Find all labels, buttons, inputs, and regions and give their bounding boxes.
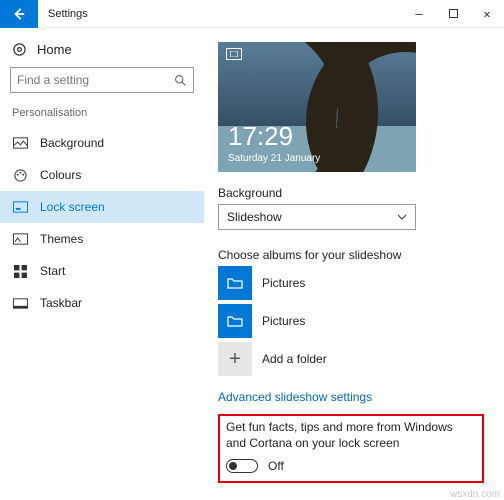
titlebar: Settings — ✕ xyxy=(0,0,504,28)
close-icon: ✕ xyxy=(483,7,490,21)
search-box[interactable] xyxy=(10,67,194,93)
sidebar-item-label: Background xyxy=(40,136,104,150)
home-label: Home xyxy=(37,42,72,57)
window-title: Settings xyxy=(38,8,402,20)
background-label: Background xyxy=(218,186,494,200)
chevron-down-icon xyxy=(397,214,407,220)
plus-icon: + xyxy=(218,342,252,376)
lockscreen-icon xyxy=(12,199,28,215)
folder-icon xyxy=(218,266,252,300)
sidebar-item-label: Lock screen xyxy=(40,200,105,214)
funfacts-toggle[interactable]: Off xyxy=(226,459,476,473)
search-icon xyxy=(174,74,187,87)
themes-icon xyxy=(12,231,28,247)
sidebar-item-label: Taskbar xyxy=(40,296,82,310)
toggle-value: Off xyxy=(268,459,284,473)
sidebar-item-themes[interactable]: Themes xyxy=(0,223,204,255)
toggle-switch[interactable] xyxy=(226,459,258,473)
album-label: Pictures xyxy=(262,276,305,290)
back-button[interactable] xyxy=(0,0,38,28)
close-button[interactable]: ✕ xyxy=(470,0,504,28)
sidebar-item-taskbar[interactable]: Taskbar xyxy=(0,287,204,319)
album-item[interactable]: Pictures xyxy=(218,266,494,300)
advanced-settings-link[interactable]: Advanced slideshow settings xyxy=(218,390,494,404)
background-select[interactable]: Slideshow xyxy=(218,204,416,230)
fullscreen-icon[interactable] xyxy=(226,48,242,60)
picture-icon xyxy=(12,135,28,151)
sidebar-item-colours[interactable]: Colours xyxy=(0,159,204,191)
sidebar-item-label: Themes xyxy=(40,232,83,246)
palette-icon xyxy=(12,167,28,183)
album-item[interactable]: Pictures xyxy=(218,304,494,338)
watermark: wsxdn.com xyxy=(450,489,500,500)
preview-date: Saturday 21 January xyxy=(228,153,320,164)
lockscreen-preview: 17:29 Saturday 21 January xyxy=(218,42,416,172)
folder-icon xyxy=(218,304,252,338)
minimize-button[interactable]: — xyxy=(402,0,436,28)
funfacts-label: Get fun facts, tips and more from Window… xyxy=(226,420,476,451)
maximize-button[interactable] xyxy=(436,0,470,28)
sidebar-item-label: Colours xyxy=(40,168,81,182)
arrow-left-icon xyxy=(12,7,26,21)
taskbar-icon xyxy=(12,295,28,311)
albums-label: Choose albums for your slideshow xyxy=(218,248,494,262)
album-label: Pictures xyxy=(262,314,305,328)
preview-time: 17:29 xyxy=(228,121,293,152)
background-value: Slideshow xyxy=(227,210,282,224)
sidebar-item-background[interactable]: Background xyxy=(0,127,204,159)
sidebar: Home Personalisation Background Colours … xyxy=(0,28,204,500)
add-folder-button[interactable]: + Add a folder xyxy=(218,342,494,376)
start-icon xyxy=(12,263,28,279)
maximize-icon xyxy=(449,9,458,18)
sidebar-item-lockscreen[interactable]: Lock screen xyxy=(0,191,204,223)
minimize-icon: — xyxy=(415,7,422,21)
body: Home Personalisation Background Colours … xyxy=(0,28,504,500)
highlight-box: Get fun facts, tips and more from Window… xyxy=(218,414,484,483)
sidebar-item-label: Start xyxy=(40,264,65,278)
home-button[interactable]: Home xyxy=(10,38,194,67)
group-header: Personalisation xyxy=(12,107,194,119)
content: 17:29 Saturday 21 January Background Sli… xyxy=(204,28,504,500)
add-folder-label: Add a folder xyxy=(262,352,327,366)
gear-icon xyxy=(12,42,27,57)
sidebar-item-start[interactable]: Start xyxy=(0,255,204,287)
search-input[interactable] xyxy=(17,73,174,87)
